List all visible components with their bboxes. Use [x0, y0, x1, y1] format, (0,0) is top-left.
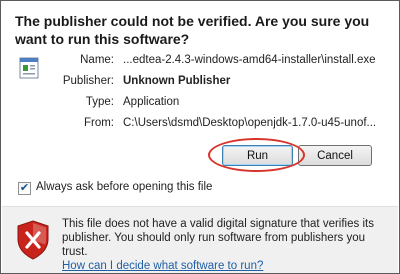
- checkmark-icon: ✔: [19, 182, 30, 194]
- type-value: Application: [123, 96, 180, 108]
- warning-panel: This file does not have a valid digital …: [2, 206, 398, 273]
- security-warning-dialog: The publisher could not be verified. Are…: [0, 0, 400, 274]
- always-ask-checkbox[interactable]: ✔: [18, 182, 31, 195]
- always-ask-label[interactable]: Always ask before opening this file: [36, 181, 212, 193]
- warning-text: This file does not have a valid digital …: [62, 218, 374, 258]
- file-name-value: ...edtea-2.4.3-windows-amd64-installer\i…: [123, 54, 376, 66]
- dialog-title: The publisher could not be verified. Are…: [15, 13, 370, 47]
- detail-label: From:: [83, 117, 114, 129]
- shield-error-icon: [17, 220, 49, 260]
- detail-label: Type:: [85, 96, 114, 108]
- help-link[interactable]: How can I decide what software to run?: [62, 260, 263, 272]
- from-path-value: C:\Users\dsmd\Desktop\openjdk-1.7.0-u45-…: [123, 117, 377, 129]
- detail-label: Name:: [80, 54, 114, 66]
- detail-label: Publisher:: [62, 75, 114, 87]
- warning-message: This file does not have a valid digital …: [62, 217, 387, 273]
- highlight-ring: [208, 138, 305, 172]
- cancel-button[interactable]: Cancel: [298, 145, 372, 166]
- publisher-value: Unknown Publisher: [123, 75, 231, 87]
